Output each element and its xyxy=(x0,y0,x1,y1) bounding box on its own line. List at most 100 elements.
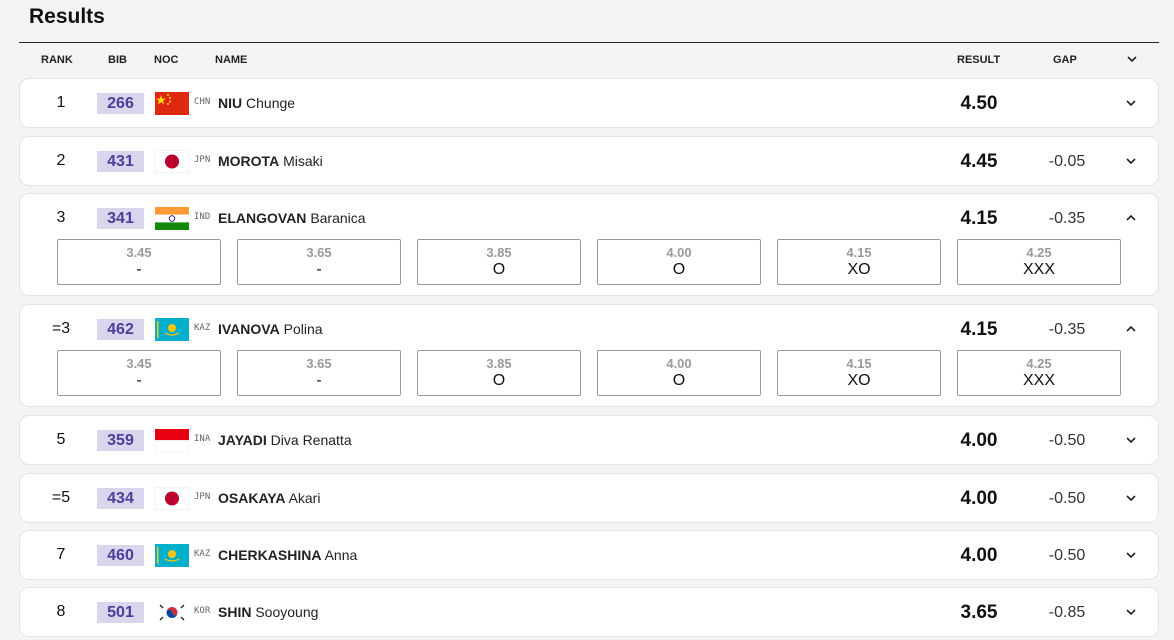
result-mark: 4.15 xyxy=(960,208,998,229)
attempt-cell: 4.15 XO xyxy=(777,239,941,285)
attempt-mark: O xyxy=(492,372,506,389)
flag-kaz-icon xyxy=(155,318,189,341)
chevron-down-icon[interactable] xyxy=(1124,491,1138,505)
chevron-up-icon[interactable] xyxy=(1124,211,1138,225)
athlete-name[interactable]: IVANOVA Polina xyxy=(218,321,323,337)
athlete-last-name: JAYADI xyxy=(218,432,267,448)
noc-code: IND xyxy=(194,212,211,222)
rank: 7 xyxy=(56,546,66,563)
athlete-last-name: SHIN xyxy=(218,604,252,620)
noc-code: JPN xyxy=(194,155,211,165)
attempt-height: 3.85 xyxy=(486,245,512,260)
attempt-cell: 4.00 O xyxy=(597,239,761,285)
attempt-cell: 3.45- xyxy=(57,239,221,285)
attempt-mark: - xyxy=(136,261,142,278)
attempt-cell: 3.85 O xyxy=(417,350,581,396)
flag-kor-icon xyxy=(155,601,189,624)
result-mark: 4.50 xyxy=(960,93,998,114)
chevron-down-icon[interactable] xyxy=(1124,548,1138,562)
result-row[interactable]: 7 460 KAZ CHERKASHINA Anna 4.00 -0.50 xyxy=(19,530,1159,580)
gap-value: -0.50 xyxy=(1048,490,1086,507)
bib-badge: 460 xyxy=(97,545,144,566)
attempt-height: 4.00 xyxy=(666,356,692,371)
athlete-last-name: NIU xyxy=(218,95,243,111)
column-header-gap: GAP xyxy=(1053,54,1077,66)
attempt-cell: 3.45- xyxy=(57,350,221,396)
gap-value: -0.35 xyxy=(1048,321,1086,338)
column-header-result: RESULT xyxy=(957,54,1001,66)
athlete-first-name: Baranica xyxy=(310,210,366,226)
attempt-mark: O xyxy=(492,261,506,278)
athlete-first-name: Polina xyxy=(283,321,323,337)
attempt-height: 3.65 xyxy=(306,356,332,371)
result-mark: 4.00 xyxy=(960,430,998,451)
result-row[interactable]: 1 266 CHN NIU Chunge 4.50 xyxy=(19,78,1159,128)
athlete-name[interactable]: NIU Chunge xyxy=(218,95,295,111)
flag-jpn-icon xyxy=(155,487,189,510)
attempt-mark: XO xyxy=(847,261,871,278)
title-divider xyxy=(19,42,1159,43)
result-row[interactable]: 5 359 INA JAYADI Diva Renatta 4.00 -0.50 xyxy=(19,415,1159,465)
rank: =3 xyxy=(51,320,71,337)
result-row[interactable]: =3 462 KAZ IVANOVA Polina 4.15 -0.35 3.45-3.65… xyxy=(19,304,1159,407)
rank: 8 xyxy=(56,603,66,620)
athlete-name[interactable]: SHIN Sooyoung xyxy=(218,604,318,620)
attempt-mark: O xyxy=(672,261,686,278)
athlete-name[interactable]: JAYADI Diva Renatta xyxy=(218,432,352,448)
attempt-height: 4.25 xyxy=(1026,356,1052,371)
athlete-last-name: CHERKASHINA xyxy=(218,547,322,563)
athlete-first-name: Diva Renatta xyxy=(270,432,352,448)
gap-value: -0.50 xyxy=(1048,547,1086,564)
attempt-cell: 4.25 XXX xyxy=(957,350,1121,396)
athlete-name[interactable]: OSAKAYA Akari xyxy=(218,490,320,506)
expand-all-chevron-down-icon[interactable] xyxy=(1125,52,1139,69)
column-header-bib: BIB xyxy=(108,54,127,66)
result-mark: 3.65 xyxy=(960,602,998,623)
chevron-down-icon[interactable] xyxy=(1124,154,1138,168)
result-row[interactable]: =5 434 JPN OSAKAYA Akari 4.00 -0.50 xyxy=(19,473,1159,523)
attempt-height: 4.15 xyxy=(846,356,872,371)
page-title: Results xyxy=(29,5,105,28)
gap-value: -0.85 xyxy=(1048,604,1086,621)
athlete-first-name: Misaki xyxy=(283,153,323,169)
attempt-height: 4.00 xyxy=(666,245,692,260)
attempt-cell: 3.85 O xyxy=(417,239,581,285)
chevron-down-icon[interactable] xyxy=(1124,605,1138,619)
result-row[interactable]: 8 501 KOR SHIN Sooyoung 3.65 -0.85 xyxy=(19,587,1159,637)
rank: =5 xyxy=(51,489,71,506)
athlete-first-name: Anna xyxy=(324,547,358,563)
result-mark: 4.00 xyxy=(960,488,998,509)
bib-badge: 434 xyxy=(97,488,144,509)
chevron-down-icon[interactable] xyxy=(1124,96,1138,110)
athlete-last-name: IVANOVA xyxy=(218,321,280,337)
athlete-first-name: Chunge xyxy=(246,95,296,111)
bib-badge: 266 xyxy=(97,93,144,114)
rank: 3 xyxy=(56,209,66,226)
gap-value: -0.05 xyxy=(1048,153,1086,170)
chevron-down-icon[interactable] xyxy=(1124,433,1138,447)
athlete-first-name: Akari xyxy=(288,490,321,506)
gap-value: -0.50 xyxy=(1048,432,1086,449)
attempt-cell: 4.00 O xyxy=(597,350,761,396)
attempt-cell: 4.15 XO xyxy=(777,350,941,396)
noc-code: JPN xyxy=(194,492,211,502)
noc-code: KAZ xyxy=(194,549,211,559)
bib-badge: 501 xyxy=(97,602,144,623)
attempt-height: 3.45 xyxy=(126,245,152,260)
flag-ina-icon xyxy=(155,429,189,452)
bib-badge: 341 xyxy=(97,208,144,229)
athlete-name[interactable]: MOROTA Misaki xyxy=(218,153,323,169)
chevron-up-icon[interactable] xyxy=(1124,322,1138,336)
column-header-name: NAME xyxy=(215,54,248,66)
attempt-mark: XXX xyxy=(1022,261,1055,278)
athlete-name[interactable]: CHERKASHINA Anna xyxy=(218,547,357,563)
attempt-mark: O xyxy=(672,372,686,389)
athlete-name[interactable]: ELANGOVAN Baranica xyxy=(218,210,366,226)
rank: 2 xyxy=(56,152,66,169)
gap-value: -0.35 xyxy=(1048,210,1086,227)
flag-chn-icon xyxy=(155,92,189,115)
result-row[interactable]: 2 431 JPN MOROTA Misaki 4.45 -0.05 xyxy=(19,136,1159,186)
column-header-noc: NOC xyxy=(154,54,179,66)
result-row[interactable]: 3 341 IND ELANGOVAN Baranica 4.15 -0.35 3.45-3… xyxy=(19,193,1159,296)
attempt-mark: XXX xyxy=(1022,372,1055,389)
